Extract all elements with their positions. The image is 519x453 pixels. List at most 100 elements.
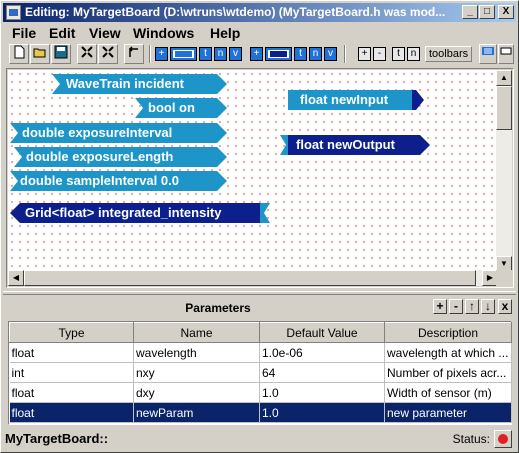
table-row[interactable]: float dxy 1.0 Width of sensor (m) bbox=[9, 382, 512, 403]
menu-help[interactable]: Help bbox=[210, 25, 240, 41]
cell-name[interactable]: newParam bbox=[133, 402, 260, 423]
cell-default[interactable]: 64 bbox=[259, 362, 385, 383]
status-indicator-icon[interactable] bbox=[494, 430, 512, 448]
cell-type[interactable]: float bbox=[9, 342, 134, 363]
input-node-label: double exposureLength bbox=[26, 149, 174, 164]
toolbar-pin-icon[interactable] bbox=[498, 44, 514, 64]
column-header-type[interactable]: Type bbox=[9, 322, 134, 343]
output-node-label: Grid<float> integrated_intensity bbox=[25, 205, 222, 220]
input-node-label: double sampleInterval 0.0 bbox=[20, 173, 179, 188]
input-node[interactable]: WaveTrain incident bbox=[52, 74, 227, 94]
cell-type[interactable]: float bbox=[9, 402, 134, 423]
table-row[interactable]: float wavelength 1.0e-06 wavelength at w… bbox=[9, 342, 512, 363]
add-input-button[interactable]: + bbox=[155, 47, 168, 61]
remove-parameter-button[interactable]: - bbox=[449, 299, 463, 314]
column-header-default[interactable]: Default Value bbox=[259, 322, 385, 343]
input-toggle-n[interactable]: n bbox=[214, 47, 227, 61]
scroll-up-arrow-icon[interactable]: ▲ bbox=[496, 70, 512, 86]
expand-icon[interactable] bbox=[98, 44, 118, 64]
editor-window: Editing: MyTargetBoard (D:\wtruns\wtdemo… bbox=[0, 0, 519, 453]
maximize-button[interactable]: □ bbox=[479, 5, 495, 19]
collapse-icon[interactable] bbox=[77, 44, 97, 64]
column-header-name[interactable]: Name bbox=[133, 322, 260, 343]
canvas-horizontal-scrollbar[interactable]: ◀ ▶ bbox=[8, 270, 498, 286]
column-header-description[interactable]: Description bbox=[384, 322, 512, 343]
input-node-label: bool on bbox=[148, 100, 195, 115]
add-parameter-button[interactable]: + bbox=[433, 299, 447, 314]
cell-name[interactable]: wavelength bbox=[133, 342, 260, 363]
toolbars-button[interactable]: toolbars bbox=[425, 46, 473, 62]
title-bar[interactable]: Editing: MyTargetBoard (D:\wtruns\wtdemo… bbox=[3, 3, 516, 22]
cell-default[interactable]: 1.0 bbox=[259, 402, 385, 423]
menu-bar: File Edit View Windows Help bbox=[3, 23, 516, 42]
horizontal-scroll-thumb[interactable] bbox=[24, 270, 476, 286]
input-node-label: WaveTrain incident bbox=[66, 76, 184, 91]
canvas-vertical-scrollbar[interactable]: ▲ ▼ bbox=[496, 70, 512, 272]
table-header-row: Type Name Default Value Description bbox=[9, 322, 512, 343]
input-node-label: double exposureInterval bbox=[22, 125, 173, 140]
pane-splitter[interactable] bbox=[3, 291, 516, 295]
toolbar: + t n v + t n v + - t n toolbars bbox=[3, 43, 516, 65]
board-canvas[interactable]: WaveTrain incident bool on double exposu… bbox=[8, 70, 498, 272]
status-label: Status: bbox=[452, 432, 490, 446]
cell-type[interactable]: float bbox=[9, 382, 134, 403]
remove-param-button[interactable]: - bbox=[373, 47, 386, 61]
cell-type[interactable]: int bbox=[9, 362, 134, 383]
new-file-icon[interactable] bbox=[9, 44, 29, 64]
output-toggle-n[interactable]: n bbox=[309, 47, 322, 61]
toolbar-separator bbox=[344, 45, 346, 63]
board-output-node[interactable]: float newOutput bbox=[280, 135, 430, 155]
param-toggle-n[interactable]: n bbox=[407, 47, 420, 61]
open-folder-icon[interactable] bbox=[30, 44, 50, 64]
menu-view[interactable]: View bbox=[89, 25, 121, 41]
cell-name[interactable]: nxy bbox=[133, 362, 260, 383]
move-down-button[interactable]: ↓ bbox=[481, 299, 495, 314]
app-icon[interactable] bbox=[6, 5, 21, 20]
output-toggle-v[interactable]: v bbox=[324, 47, 337, 61]
scroll-left-arrow-icon[interactable]: ◀ bbox=[8, 270, 24, 286]
save-icon[interactable] bbox=[51, 44, 71, 64]
up-level-icon[interactable] bbox=[124, 44, 144, 64]
menu-edit[interactable]: Edit bbox=[49, 25, 75, 41]
output-port-icon[interactable] bbox=[265, 47, 292, 61]
cell-default[interactable]: 1.0 bbox=[259, 382, 385, 403]
status-bar: MyTargetBoard:: Status: bbox=[3, 428, 516, 450]
cell-description[interactable]: wavelength at which ... bbox=[384, 342, 512, 363]
table-row[interactable]: int nxy 64 Number of pixels acr... bbox=[9, 362, 512, 383]
output-toggle-t[interactable]: t bbox=[294, 47, 307, 61]
input-node[interactable]: double exposureLength bbox=[14, 147, 227, 167]
input-toggle-v[interactable]: v bbox=[229, 47, 242, 61]
close-parameters-button[interactable]: x bbox=[498, 299, 512, 314]
cell-description[interactable]: Width of sensor (m) bbox=[384, 382, 512, 403]
menu-windows[interactable]: Windows bbox=[133, 25, 194, 41]
input-node[interactable]: double exposureInterval bbox=[10, 123, 227, 143]
input-port-icon[interactable] bbox=[170, 47, 197, 61]
board-input-node[interactable]: float newInput bbox=[288, 90, 424, 110]
status-path: MyTargetBoard:: bbox=[5, 431, 109, 446]
close-button[interactable]: X bbox=[498, 5, 514, 19]
output-node[interactable]: Grid<float> integrated_intensity bbox=[10, 203, 270, 223]
input-node[interactable]: bool on bbox=[135, 98, 227, 118]
parameters-table-frame: Type Name Default Value Description floa… bbox=[8, 321, 512, 425]
minimize-button[interactable]: _ bbox=[462, 5, 478, 19]
add-param-button[interactable]: + bbox=[358, 47, 371, 61]
cell-name[interactable]: dxy bbox=[133, 382, 260, 403]
vertical-scroll-thumb[interactable] bbox=[496, 86, 512, 130]
toolbar-extra-icon[interactable] bbox=[479, 44, 497, 64]
parameters-title: Parameters bbox=[185, 301, 251, 315]
window-title: Editing: MyTargetBoard (D:\wtruns\wtdemo… bbox=[25, 5, 446, 19]
table-row-selected[interactable]: float newParam 1.0 new parameter bbox=[9, 402, 512, 423]
board-output-label: float newOutput bbox=[296, 137, 395, 152]
cell-default[interactable]: 1.0e-06 bbox=[259, 342, 385, 363]
cell-description[interactable]: Number of pixels acr... bbox=[384, 362, 512, 383]
input-toggle-t[interactable]: t bbox=[199, 47, 212, 61]
parameters-table: Type Name Default Value Description floa… bbox=[9, 322, 512, 423]
toolbar-separator bbox=[149, 45, 151, 63]
input-node[interactable]: double sampleInterval 0.0 bbox=[10, 171, 227, 191]
param-toggle-t[interactable]: t bbox=[392, 47, 405, 61]
scroll-corner bbox=[496, 270, 512, 286]
cell-description[interactable]: new parameter bbox=[384, 402, 512, 423]
menu-file[interactable]: File bbox=[12, 25, 36, 41]
move-up-button[interactable]: ↑ bbox=[465, 299, 479, 314]
add-output-button[interactable]: + bbox=[250, 47, 263, 61]
